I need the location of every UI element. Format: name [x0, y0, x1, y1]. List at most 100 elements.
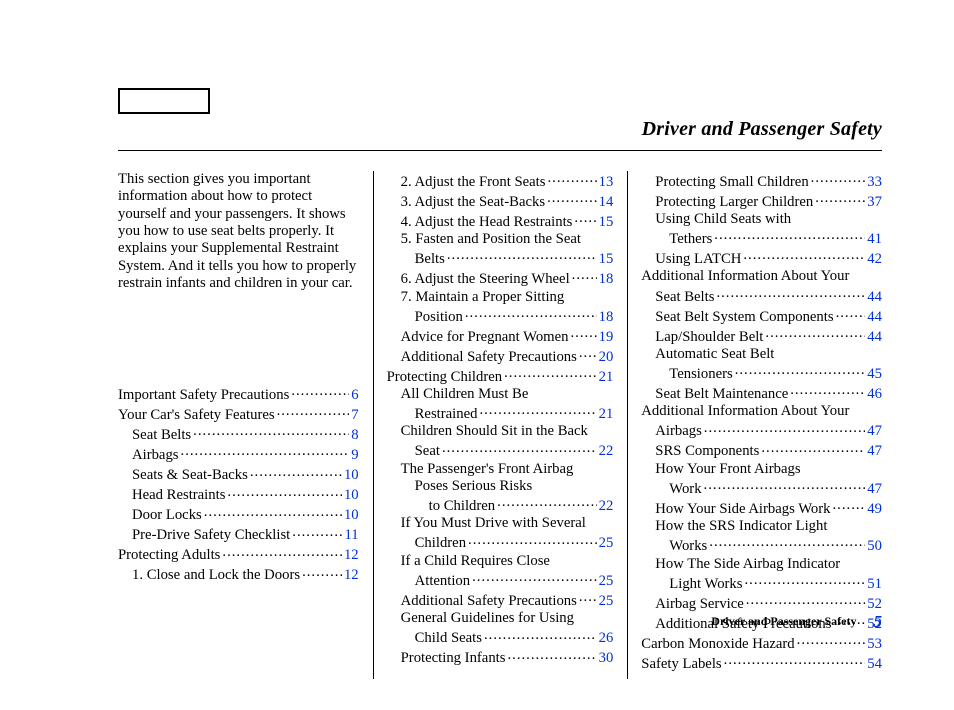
- toc-leaders: [797, 633, 866, 648]
- toc-page-link[interactable]: 18: [599, 309, 614, 326]
- toc-leaders: [507, 648, 596, 663]
- toc-entry: Attention25: [387, 570, 614, 590]
- toc-entry: Poses Serious Risks: [387, 478, 614, 495]
- toc-page-link[interactable]: 10: [344, 467, 359, 484]
- toc-page-link[interactable]: 47: [867, 443, 882, 460]
- toc-leaders: [227, 485, 342, 500]
- toc-leaders: [479, 403, 596, 418]
- toc-entry: Child Seats26: [387, 628, 614, 648]
- toc-label: 3. Adjust the Seat-Backs: [401, 194, 545, 211]
- toc-page-link[interactable]: 14: [599, 194, 614, 211]
- toc-label: Airbags: [655, 423, 702, 440]
- toc-entry: Restrained 21: [387, 403, 614, 423]
- toc-page-link[interactable]: 26: [599, 630, 614, 647]
- toc-entry: Seat Belts44: [641, 286, 882, 306]
- footer-section-label: Driver and Passenger Safety: [711, 614, 856, 628]
- toc-label: Important Safety Precautions: [118, 387, 289, 404]
- toc-page-link[interactable]: 49: [867, 501, 882, 518]
- toc-label: to Children: [429, 498, 496, 515]
- toc-page-link[interactable]: 25: [599, 535, 614, 552]
- toc-leaders: [468, 533, 597, 548]
- toc-leaders: [204, 505, 342, 520]
- toc-label: Seat Belts: [132, 427, 191, 444]
- toc-entry: Lap/Shoulder Belt 44: [641, 326, 882, 346]
- toc-leaders: [504, 366, 597, 381]
- toc-page-link[interactable]: 30: [599, 650, 614, 667]
- toc-page-link[interactable]: 8: [351, 427, 358, 444]
- section-title: Driver and Passenger Safety: [642, 118, 882, 141]
- toc-page-link[interactable]: 33: [867, 174, 882, 191]
- toc-entry: Seats & Seat-Backs10: [118, 465, 359, 485]
- horizontal-rule: [118, 150, 882, 151]
- toc-page-link[interactable]: 44: [867, 289, 882, 306]
- toc-entry: Safety Labels54: [641, 653, 882, 673]
- toc-page-link[interactable]: 42: [867, 251, 882, 268]
- toc-leaders: [815, 191, 865, 206]
- toc-page-link[interactable]: 6: [351, 387, 358, 404]
- toc-page-link[interactable]: 12: [344, 547, 359, 564]
- toc-page-link[interactable]: 15: [599, 251, 614, 268]
- toc-entry: Airbag Service52: [641, 593, 882, 613]
- toc-page-link[interactable]: 22: [599, 443, 614, 460]
- toc-entry: Advice for Pregnant Women19: [387, 326, 614, 346]
- toc-page-link[interactable]: 52: [867, 596, 882, 613]
- toc-entry: 1. Close and Lock the Doors12: [118, 565, 359, 585]
- toc-leaders: [716, 286, 865, 301]
- toc-page-link[interactable]: 18: [599, 271, 614, 288]
- toc-page-link[interactable]: 21: [599, 369, 614, 386]
- toc-leaders: [790, 383, 865, 398]
- toc-entry: Additional Safety Precautions 25: [387, 590, 614, 610]
- toc-page-link[interactable]: 10: [344, 487, 359, 504]
- toc-entry: Additional Information About Your: [641, 268, 882, 285]
- toc-page-link[interactable]: 13: [599, 174, 614, 191]
- toc-page-link[interactable]: 10: [344, 507, 359, 524]
- toc-label: Protecting Larger Children: [655, 194, 813, 211]
- toc-entry: Position18: [387, 306, 614, 326]
- toc-label: Seat: [415, 443, 440, 460]
- toc-page-link[interactable]: 19: [599, 329, 614, 346]
- toc-page-link[interactable]: 25: [599, 573, 614, 590]
- toc-page-link[interactable]: 15: [599, 214, 614, 231]
- toc-entry: Works50: [641, 535, 882, 555]
- toc-entry: Seat Belt System Components 44: [641, 306, 882, 326]
- toc-page-link[interactable]: 37: [867, 194, 882, 211]
- toc-entry: Airbags9: [118, 445, 359, 465]
- toc-page-link[interactable]: 54: [867, 656, 882, 673]
- toc-page-link[interactable]: 53: [867, 636, 882, 653]
- toc-label: Lap/Shoulder Belt: [655, 329, 763, 346]
- toc-label: Pre-Drive Safety Checklist: [132, 527, 290, 544]
- toc-page-link[interactable]: 25: [599, 593, 614, 610]
- toc-page-link[interactable]: 44: [867, 309, 882, 326]
- toc-page-link[interactable]: 20: [599, 349, 614, 366]
- toc-label: Restrained: [415, 406, 478, 423]
- toc-label: Door Locks: [132, 507, 202, 524]
- toc-page-link[interactable]: 47: [867, 423, 882, 440]
- toc-page-link[interactable]: 7: [351, 407, 358, 424]
- toc-page-link[interactable]: 22: [599, 498, 614, 515]
- toc-leaders: [811, 171, 866, 186]
- toc-page-link[interactable]: 41: [867, 231, 882, 248]
- toc-label: Tethers: [669, 231, 712, 248]
- toc-page-link[interactable]: 44: [867, 329, 882, 346]
- toc-page-link[interactable]: 12: [344, 567, 359, 584]
- toc-leaders: [836, 306, 866, 321]
- toc-label: Additional Safety Precautions: [401, 593, 577, 610]
- toc-label: Head Restraints: [132, 487, 225, 504]
- toc-label: Work: [669, 481, 701, 498]
- toc-page-link[interactable]: 9: [351, 447, 358, 464]
- toc-label: Carbon Monoxide Hazard: [641, 636, 794, 653]
- toc-page-link[interactable]: 11: [344, 527, 358, 544]
- toc-label: Light Works: [669, 576, 742, 593]
- toc-page-link[interactable]: 47: [867, 481, 882, 498]
- toc-entry: Protecting Larger Children 37: [641, 191, 882, 211]
- toc-label: Seat Belt System Components: [655, 309, 833, 326]
- toc-page-link[interactable]: 46: [867, 386, 882, 403]
- toc-entry: Seat 22: [387, 441, 614, 461]
- footer-page-number: 5: [874, 612, 883, 631]
- toc-page-link[interactable]: 45: [867, 366, 882, 383]
- toc-entry: Pre-Drive Safety Checklist 11: [118, 525, 359, 545]
- toc-leaders: [250, 465, 342, 480]
- toc-page-link[interactable]: 51: [867, 576, 882, 593]
- toc-page-link[interactable]: 21: [599, 406, 614, 423]
- toc-page-link[interactable]: 50: [867, 538, 882, 555]
